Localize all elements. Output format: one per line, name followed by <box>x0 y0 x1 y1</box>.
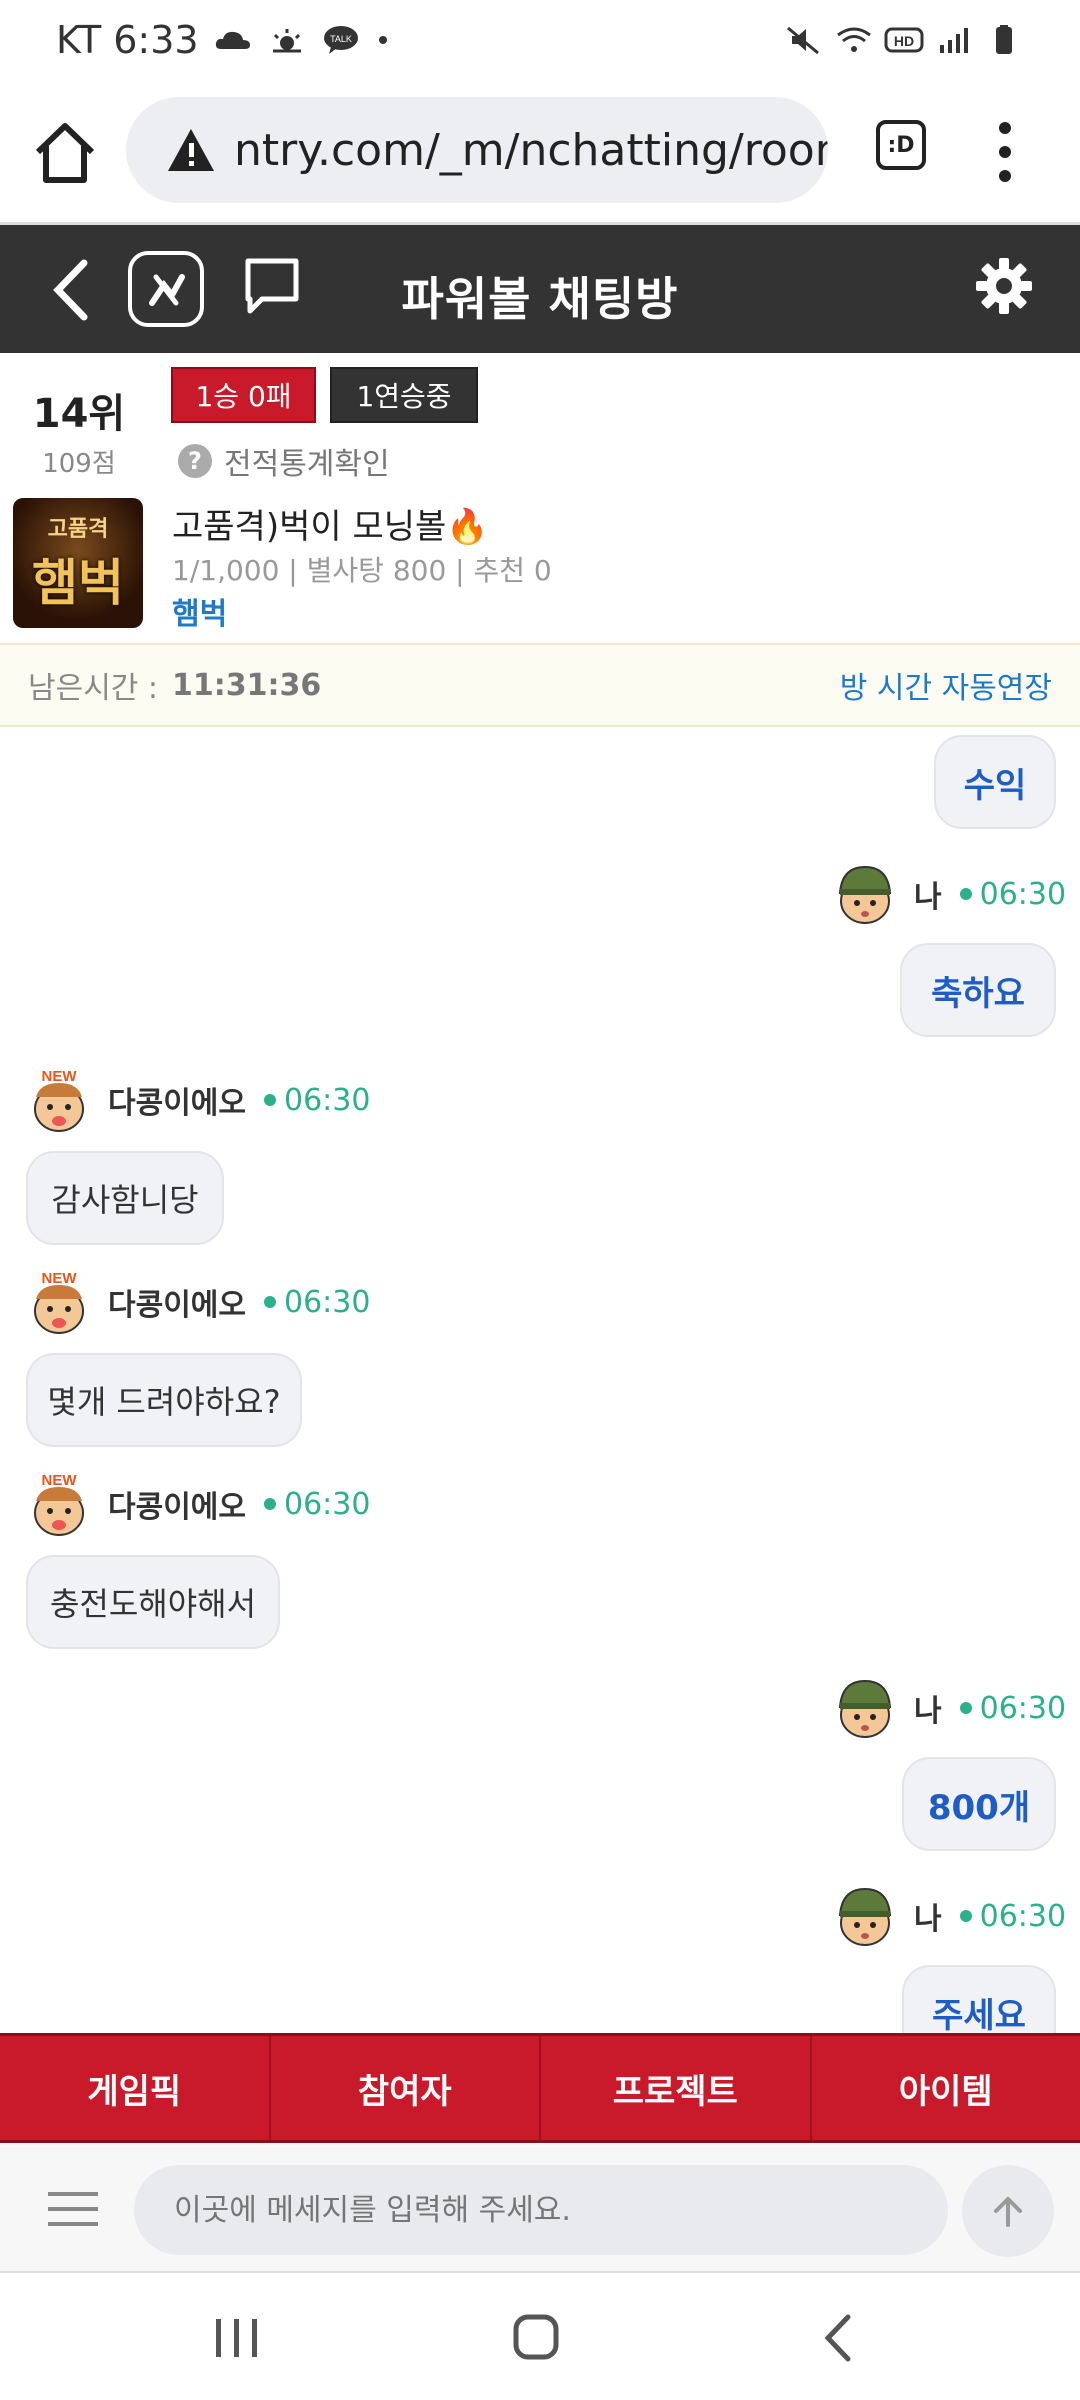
new-badge: NEW <box>42 1068 78 1085</box>
send-button[interactable] <box>962 2165 1054 2257</box>
avatar-new-user-icon[interactable]: NEW <box>26 1067 92 1133</box>
back-nav-icon[interactable] <box>810 2313 870 2363</box>
bottom-tab-bar: 게임픽 참여자 프로젝트 아이템 <box>0 2033 1080 2143</box>
message-header: 나 06:30 <box>914 1683 1066 1733</box>
more-options-icon[interactable] <box>990 120 1020 184</box>
message-text: 주세요 <box>932 1995 1026 2034</box>
streak-badge: 1연승중 <box>330 367 478 423</box>
room-info: 14위 109점 1승 0패 1연승중 ? 전적통계확인 고품격 햄벅 고품격)… <box>0 353 1080 643</box>
avatar-soldier-icon[interactable] <box>832 861 898 927</box>
message-bubble-other: 충전도해야해서 <box>26 1555 280 1649</box>
home-icon[interactable] <box>30 118 100 188</box>
record-badge: 1승 0패 <box>171 367 316 423</box>
tab-participants[interactable]: 참여자 <box>271 2036 541 2140</box>
message-time: 06:30 <box>264 1285 370 1320</box>
page-title: 파워볼 채팅방 <box>401 272 679 326</box>
room-name: 고품격)벅이 모닝볼🔥 <box>172 507 489 547</box>
message-header: 다콩이에오 06:30 <box>108 1479 370 1529</box>
message-header: 나 06:30 <box>914 1891 1066 1941</box>
system-nav-bar <box>0 2273 1080 2400</box>
message-bubble-mine: 800개 <box>902 1757 1056 1851</box>
message-header: 나 06:30 <box>914 869 1066 919</box>
hd-icon: HD <box>884 27 924 53</box>
address-bar[interactable]: ntry.com/_m/nchatting/room <box>126 97 828 203</box>
status-bar: KT 6:33 TALK HD <box>0 0 1080 80</box>
battery-icon <box>996 25 1012 54</box>
message-time: 06:30 <box>264 1083 370 1118</box>
talk-icon: TALK <box>323 26 358 54</box>
mute-icon <box>787 26 819 55</box>
warning-icon[interactable] <box>166 127 216 173</box>
recent-apps-icon[interactable] <box>206 2313 266 2363</box>
timer-label: 남은시간 : <box>28 671 159 706</box>
question-icon: ? <box>178 444 212 478</box>
sender-name: 나 <box>914 1694 942 1729</box>
tab-game-pick[interactable]: 게임픽 <box>0 2036 271 2140</box>
stats-link-label: 전적통계확인 <box>224 447 390 482</box>
sunrise-icon <box>272 29 301 53</box>
remaining-time-bar: 남은시간 : 11:31:36 방 시간 자동연장 <box>0 643 1080 727</box>
new-badge: NEW <box>42 1472 78 1489</box>
message-text: 축하요 <box>931 973 1025 1014</box>
message-header: 다콩이에오 06:30 <box>108 1075 370 1125</box>
auto-extend-link[interactable]: 방 시간 자동연장 <box>840 663 1052 707</box>
room-meta: 1/1,000 | 별사탕 800 | 추천 0 <box>172 554 552 587</box>
message-time: 06:30 <box>960 1899 1066 1934</box>
timer-value: 11:31:36 <box>172 667 322 703</box>
chat-header: 파워볼 채팅방 <box>0 225 1080 353</box>
browser-toolbar: ntry.com/_m/nchatting/room :D <box>0 80 1080 225</box>
message-text: 수익 <box>963 765 1027 806</box>
hamburger-menu-icon[interactable] <box>48 2189 98 2229</box>
thumb-top-text: 고품격 <box>47 517 109 542</box>
message-time: 06:30 <box>960 877 1066 912</box>
url-text[interactable]: ntry.com/_m/nchatting/room <box>234 125 828 176</box>
message-input-bar <box>0 2143 1080 2273</box>
message-bubble-mine: 주세요 <box>902 1965 1056 2033</box>
rank-points: 109점 <box>42 449 116 479</box>
hd-badge-text: HD <box>894 33 914 49</box>
avatar-new-user-icon[interactable]: NEW <box>26 1269 92 1335</box>
carrier-time: KT 6:33 <box>56 18 199 62</box>
cloud-icon <box>215 31 250 49</box>
home-nav-icon[interactable] <box>506 2313 566 2363</box>
message-time: 06:30 <box>264 1487 370 1522</box>
avatar-soldier-icon[interactable] <box>832 1675 898 1741</box>
sender-name: 다콩이에오 <box>108 1490 246 1525</box>
sender-name: 나 <box>914 1902 942 1937</box>
sender-name: 다콩이에오 <box>108 1086 246 1121</box>
message-text: 800개 <box>927 1787 1031 1828</box>
message-text: 감사함니당 <box>51 1181 199 1219</box>
message-bubble-other: 감사함니당 <box>26 1151 224 1245</box>
tab-project[interactable]: 프로젝트 <box>541 2036 812 2140</box>
message-text: 충전도해야해서 <box>49 1585 257 1623</box>
rank-value: 14위 <box>32 391 126 437</box>
sender-name: 나 <box>914 880 942 915</box>
signal-icon <box>940 28 968 53</box>
room-owner-link[interactable]: 햄벅 <box>172 589 227 633</box>
message-input[interactable] <box>134 2165 948 2255</box>
sender-name: 다콩이에오 <box>108 1288 246 1323</box>
thumb-main-text: 햄벅 <box>32 554 124 612</box>
talk-badge-text: TALK <box>330 34 352 44</box>
gear-icon[interactable] <box>975 257 1033 315</box>
avatar-new-user-icon[interactable]: NEW <box>26 1471 92 1537</box>
message-bubble-other: 몇개 드려야하요? <box>26 1353 302 1447</box>
stats-link[interactable]: ? 전적통계확인 <box>178 439 390 483</box>
dot-icon <box>378 36 387 44</box>
tab-items[interactable]: 아이템 <box>812 2036 1080 2140</box>
wifi-icon <box>837 27 871 52</box>
message-text: 몇개 드려야하요? <box>47 1383 281 1421</box>
message-time: 06:30 <box>960 1691 1066 1726</box>
message-bubble-mine: 수익 <box>934 735 1056 829</box>
arrow-up-icon <box>994 2197 1022 2227</box>
new-badge: NEW <box>42 1270 78 1287</box>
chat-messages[interactable]: 수익 나 06:30 축하요 NEW 다콩이에오 06:30 감사함니당 NEW… <box>0 727 1080 2033</box>
message-header: 다콩이에오 06:30 <box>108 1277 370 1327</box>
message-bubble-mine: 축하요 <box>900 943 1056 1037</box>
room-thumbnail[interactable]: 고품격 햄벅 <box>13 498 143 628</box>
rank-box: 14위 109점 <box>26 381 132 480</box>
tab-switcher-button[interactable]: :D <box>876 120 926 170</box>
avatar-soldier-icon[interactable] <box>832 1883 898 1949</box>
